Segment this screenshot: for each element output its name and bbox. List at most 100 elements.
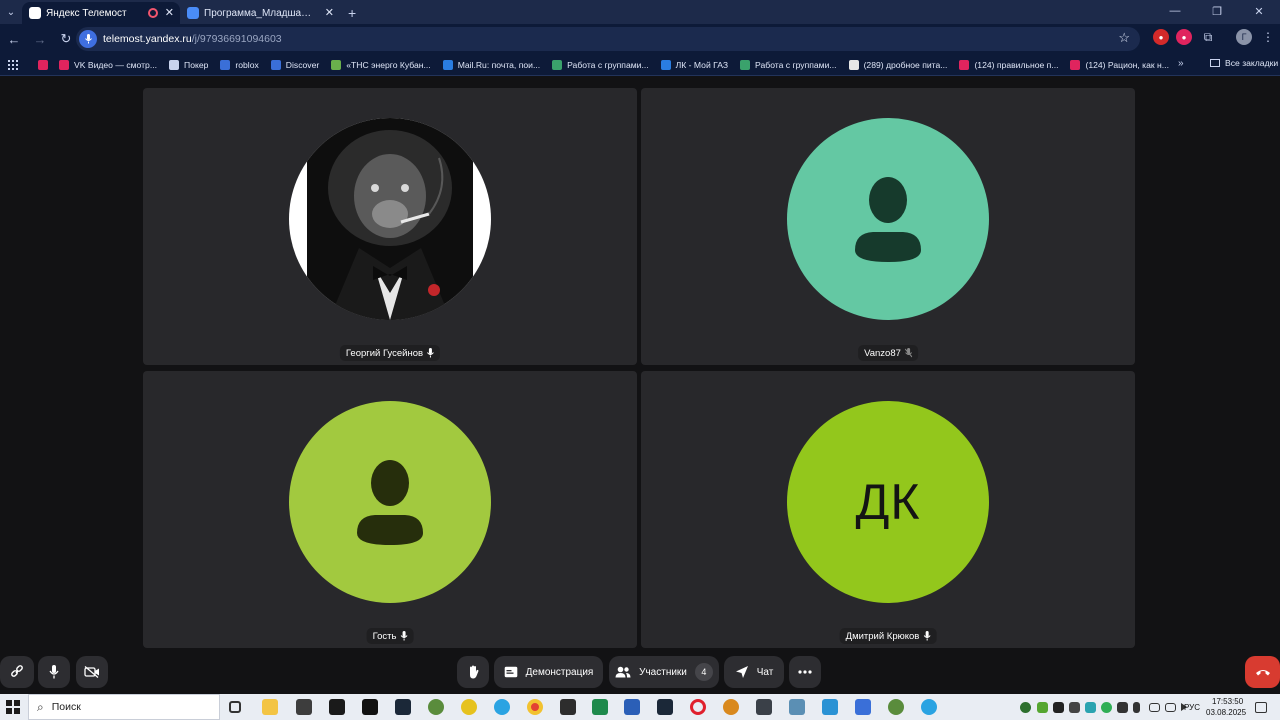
tray-monitor-icon[interactable]	[1149, 703, 1160, 712]
calculator-icon[interactable]	[296, 699, 312, 715]
bookmark-item[interactable]: (124) правильное п...	[959, 59, 1058, 70]
more-options-button[interactable]	[789, 656, 821, 688]
new-tab-button[interactable]: +	[340, 5, 364, 24]
tray-app-icon[interactable]	[1069, 702, 1080, 713]
bookmark-item[interactable]	[38, 59, 53, 70]
bookmark-item[interactable]: Работа с группами...	[740, 59, 837, 70]
bookmark-item[interactable]: Покер	[169, 59, 208, 70]
chrome-icon[interactable]	[527, 699, 543, 715]
bookmark-item[interactable]: Работа с группами...	[552, 59, 649, 70]
windows-start-icon[interactable]	[6, 700, 20, 714]
taskbar-search-box[interactable]: ⌕ Поиск	[28, 694, 220, 720]
keyboard-language[interactable]: РУС	[1184, 703, 1200, 712]
person-silhouette-icon	[855, 177, 921, 262]
bookmark-star-icon[interactable]: ☆	[1118, 30, 1130, 46]
tab-title: Программа_Младшая_До_Ре...	[204, 7, 314, 19]
task-view-icon[interactable]	[229, 701, 241, 713]
chat-button[interactable]: Чат	[724, 656, 784, 688]
tray-network-icon[interactable]	[1165, 703, 1176, 712]
chat-label: Чат	[756, 666, 774, 678]
clock-time[interactable]: 17:53:50	[1212, 697, 1243, 706]
close-tab-icon[interactable]: ✕	[325, 6, 334, 19]
steam-icon[interactable]	[395, 699, 411, 715]
search-icon: ⌕	[37, 699, 44, 714]
screen-share-button[interactable]: Демонстрация	[494, 656, 603, 688]
app-icon[interactable]	[822, 699, 838, 715]
raise-hand-button[interactable]	[457, 656, 489, 688]
minecraft-icon[interactable]	[560, 699, 576, 715]
close-window-icon[interactable]: ✕	[1238, 0, 1280, 22]
participant-tile[interactable]: Vanzo87	[641, 88, 1135, 365]
forward-button[interactable]: →	[28, 27, 52, 51]
app-icon[interactable]	[789, 699, 805, 715]
word-icon[interactable]	[624, 699, 640, 715]
bookmark-item[interactable]: (289) дробное пита...	[848, 59, 948, 70]
extensions-puzzle-icon[interactable]: ⧉	[1200, 29, 1216, 45]
bookmark-item[interactable]: VK Видео — смотр...	[59, 59, 157, 70]
extension-vpn-icon[interactable]: ●	[1176, 29, 1192, 45]
tab-search-button[interactable]: ⌄	[0, 0, 22, 24]
tray-telegram-icon[interactable]	[1053, 702, 1064, 713]
excel-icon[interactable]	[592, 699, 608, 715]
capcut-icon[interactable]	[329, 699, 345, 715]
bookmark-item[interactable]: «ТНС энерго Кубан...	[331, 59, 431, 70]
copy-link-button[interactable]	[0, 656, 34, 688]
extension-red-icon[interactable]: ●	[1153, 29, 1169, 45]
bookmark-item[interactable]: roblox	[220, 59, 259, 70]
bookmark-item[interactable]: (124) Рацион, как н...	[1070, 59, 1169, 70]
clock-date[interactable]: 03.08.2025	[1206, 708, 1246, 717]
address-bar[interactable]: telemost.yandex.ru/j/97936691094603 ☆	[76, 27, 1140, 51]
participant-tile[interactable]: ДК Дмитрий Крюков	[641, 371, 1135, 648]
settings-gear-icon[interactable]	[723, 699, 739, 715]
participant-name-chip: Vanzo87	[858, 345, 918, 361]
tray-app-icon[interactable]	[1085, 702, 1096, 713]
reload-button[interactable]: ↻	[54, 27, 78, 51]
participant-tile[interactable]: Георгий Гусейнов	[143, 88, 637, 365]
participants-button[interactable]: Участники 4	[609, 656, 719, 688]
camera-button[interactable]	[76, 656, 108, 688]
bookmark-item[interactable]: ЛК - Мой ГАЗ	[660, 59, 728, 70]
close-tab-icon[interactable]: ✕	[165, 6, 174, 19]
all-bookmarks-label: Все закладки	[1225, 58, 1279, 68]
bookmark-label: Mail.Ru: почта, пои...	[457, 59, 541, 70]
bookmark-item[interactable]: Discover	[270, 59, 319, 70]
os-taskbar: ⌕ Поиск РУС 17:53:50 03.08.2025	[0, 694, 1280, 720]
file-explorer-icon[interactable]	[262, 699, 278, 715]
notifications-icon[interactable]	[1255, 702, 1267, 713]
app-icon[interactable]	[855, 699, 871, 715]
app-icon[interactable]	[888, 699, 904, 715]
microphone-icon	[427, 348, 434, 358]
tiktok-icon[interactable]	[362, 699, 378, 715]
tab-program-doc[interactable]: Программа_Младшая_До_Ре... ✕	[180, 2, 340, 24]
bookmark-item[interactable]: Mail.Ru: почта, пои...	[442, 59, 541, 70]
bookmark-favicon-icon	[270, 59, 281, 70]
participant-tile[interactable]: Гость	[143, 371, 637, 648]
bookmark-favicon-icon	[1070, 59, 1081, 70]
restore-icon[interactable]: ❐	[1196, 0, 1238, 22]
minimize-icon[interactable]: —	[1154, 0, 1196, 22]
apps-grid-icon[interactable]	[8, 59, 18, 70]
bookmark-label: (289) дробное пита...	[863, 59, 948, 70]
edge-legacy-icon[interactable]	[461, 699, 477, 715]
browser-menu-icon[interactable]: ⋮	[1260, 29, 1276, 45]
all-bookmarks-folder[interactable]: Все закладки	[1210, 58, 1278, 68]
tray-app-icon[interactable]	[1101, 702, 1112, 713]
microphone-indicator-icon[interactable]	[79, 30, 97, 48]
bookmark-favicon-icon	[959, 59, 970, 70]
telegram-icon[interactable]	[494, 699, 510, 715]
screen-app-icon[interactable]	[756, 699, 772, 715]
telegram-icon[interactable]	[921, 699, 937, 715]
profile-avatar[interactable]: Г	[1236, 29, 1252, 45]
tray-app-icon[interactable]	[1020, 702, 1031, 713]
app-icon[interactable]	[428, 699, 444, 715]
microphone-button[interactable]	[38, 656, 70, 688]
leave-call-button[interactable]	[1245, 656, 1280, 688]
more-bookmarks-icon[interactable]: »	[1178, 58, 1184, 69]
tray-mic-icon[interactable]	[1133, 702, 1140, 713]
opera-icon[interactable]	[690, 699, 706, 715]
tray-app-icon[interactable]	[1117, 702, 1128, 713]
back-button[interactable]: ←	[2, 27, 26, 51]
steam-icon[interactable]	[657, 699, 673, 715]
tab-telemost[interactable]: Яндекс Телемост ✕	[22, 2, 180, 24]
tray-nvidia-icon[interactable]	[1037, 702, 1048, 713]
